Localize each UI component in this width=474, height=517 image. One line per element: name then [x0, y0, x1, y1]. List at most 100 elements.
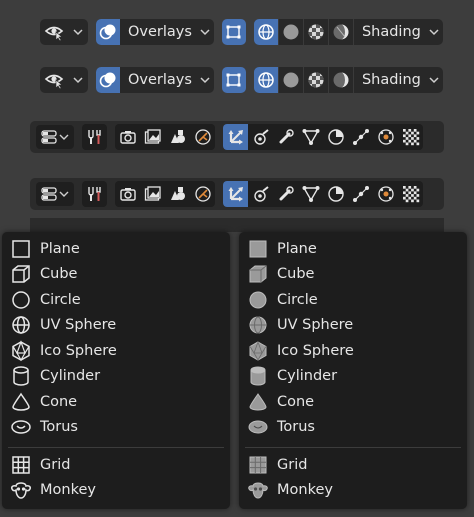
rendered-sphere-icon [333, 72, 349, 88]
output-icon [144, 186, 161, 201]
tab-physics[interactable] [298, 181, 323, 207]
shading-wireframe-button[interactable] [253, 19, 278, 45]
xray-group [221, 67, 246, 93]
shading-material-button[interactable] [302, 19, 328, 45]
physics-icon [302, 129, 319, 145]
xray-group [221, 19, 246, 45]
view-layer-icon [170, 187, 185, 200]
menu-item-ico-sphere[interactable]: Ico Sphere [239, 338, 467, 363]
menu-item-monkey[interactable]: Monkey [2, 478, 230, 503]
tab-scene[interactable] [190, 181, 215, 207]
circle-icon [247, 289, 269, 311]
menu-item-uv-sphere[interactable]: UV Sphere [2, 313, 230, 338]
xray-toggle[interactable] [221, 19, 246, 45]
editor-type-dropdown[interactable] [36, 182, 74, 206]
monkey-icon [10, 479, 32, 501]
tab-output[interactable] [140, 124, 165, 150]
menu-item-ico-sphere[interactable]: Ico Sphere [2, 338, 230, 363]
chevron-down-icon [429, 76, 439, 84]
shading-solid-button[interactable] [277, 67, 303, 93]
menu-item-cube[interactable]: Cube [239, 262, 467, 287]
material-sphere-icon [308, 72, 324, 88]
menu-item-cylinder[interactable]: Cylinder [2, 364, 230, 389]
tab-constraints[interactable] [323, 124, 348, 150]
tab-render[interactable] [115, 181, 140, 207]
menu-item-grid[interactable]: Grid [2, 452, 230, 477]
xray-toggle[interactable] [221, 67, 246, 93]
tab-view-layer[interactable] [165, 181, 190, 207]
tab-tool[interactable] [82, 124, 107, 150]
shading-material-button[interactable] [302, 67, 328, 93]
tab-material[interactable] [348, 124, 373, 150]
tab-particles[interactable] [273, 124, 298, 150]
overlays-dropdown[interactable]: Overlays [120, 67, 214, 93]
tab-constraints[interactable] [323, 181, 348, 207]
visibility-selectability-dropdown[interactable] [40, 19, 88, 45]
menu-separator [245, 447, 461, 448]
tab-particles[interactable] [273, 181, 298, 207]
tab-modifier[interactable] [248, 124, 273, 150]
shading-dropdown[interactable]: Shading [352, 19, 443, 45]
properties-tab-group [115, 181, 215, 207]
menu-item-circle[interactable]: Circle [2, 287, 230, 312]
menu-item-torus[interactable]: Torus [239, 415, 467, 440]
menu-item-label: Ico Sphere [277, 342, 354, 359]
menu-item-monkey[interactable]: Monkey [239, 478, 467, 503]
menu-item-cone[interactable]: Cone [2, 389, 230, 414]
material-icon [352, 129, 369, 145]
torus-icon [10, 416, 32, 438]
tab-data[interactable] [398, 124, 423, 150]
tab-object[interactable] [223, 181, 248, 207]
menu-item-cube[interactable]: Cube [2, 262, 230, 287]
tab-view-layer[interactable] [165, 124, 190, 150]
editor-type-icon [41, 187, 69, 201]
view-layer-icon [170, 130, 185, 143]
tab-physics[interactable] [298, 124, 323, 150]
menu-item-torus[interactable]: Torus [2, 415, 230, 440]
circle-icon [10, 289, 32, 311]
output-icon [144, 129, 161, 144]
tab-render[interactable] [115, 124, 140, 150]
solid-sphere-icon [283, 24, 299, 40]
texture-icon [377, 129, 394, 145]
overlays-toggle[interactable] [96, 67, 120, 93]
editor-type-icon [41, 130, 69, 144]
shading-rendered-button[interactable] [327, 67, 353, 93]
editor-type-dropdown[interactable] [36, 125, 74, 149]
tab-output[interactable] [140, 181, 165, 207]
shading-dropdown[interactable]: Shading [352, 67, 443, 93]
wireframe-sphere-icon [258, 24, 274, 40]
menu-item-plane[interactable]: Plane [2, 236, 230, 261]
tab-tool[interactable] [82, 181, 107, 207]
tab-texture[interactable] [373, 124, 398, 150]
properties-tab-group [223, 181, 423, 207]
shading-label: Shading [361, 24, 421, 40]
tab-data[interactable] [398, 181, 423, 207]
menu-item-label: Cone [40, 393, 78, 410]
overlays-toggle[interactable] [96, 19, 120, 45]
overlays-dropdown[interactable]: Overlays [120, 19, 214, 45]
data-icon [402, 129, 419, 146]
tab-scene[interactable] [190, 124, 215, 150]
menu-item-label: Torus [40, 419, 78, 435]
object-icon [228, 130, 243, 145]
uv-sphere-icon [247, 314, 269, 336]
menu-item-cylinder[interactable]: Cylinder [239, 364, 467, 389]
menu-item-uv-sphere[interactable]: UV Sphere [239, 313, 467, 338]
menu-item-circle[interactable]: Circle [239, 287, 467, 312]
tab-material[interactable] [348, 181, 373, 207]
shading-rendered-button[interactable] [327, 19, 353, 45]
shading-wireframe-button[interactable] [253, 67, 278, 93]
menu-item-label: Cylinder [40, 368, 101, 384]
menu-item-grid[interactable]: Grid [239, 452, 467, 477]
tab-object[interactable] [223, 124, 248, 150]
menu-item-plane[interactable]: Plane [239, 236, 467, 261]
menu-item-label: Cone [277, 393, 315, 410]
visibility-selectability-dropdown[interactable] [40, 67, 88, 93]
tab-modifier[interactable] [248, 181, 273, 207]
shading-solid-button[interactable] [277, 19, 303, 45]
tab-texture[interactable] [373, 181, 398, 207]
menu-item-cone[interactable]: Cone [239, 389, 467, 414]
cube-icon [10, 263, 32, 285]
modifier-icon [253, 186, 269, 202]
